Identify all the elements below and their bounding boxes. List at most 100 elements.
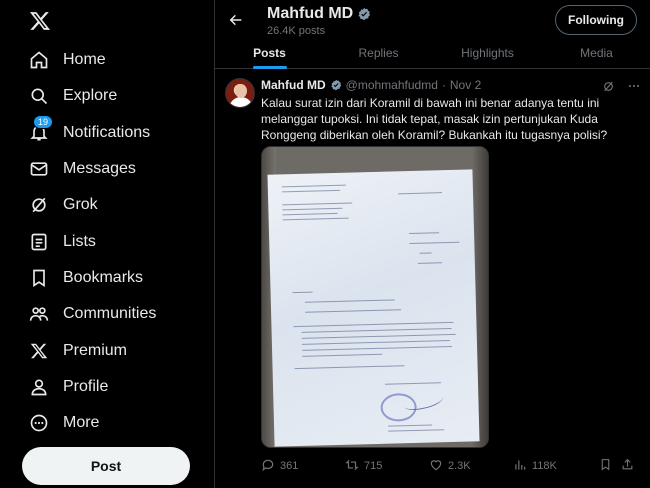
letter-line — [281, 189, 340, 193]
letter-line — [293, 321, 454, 328]
bookmark-button[interactable] — [599, 458, 621, 474]
nav-notifications[interactable]: 19 Notifications — [28, 114, 156, 151]
nav-label: Lists — [63, 232, 96, 250]
bell-icon: 19 — [28, 114, 54, 144]
heart-icon — [429, 458, 443, 475]
more-circle-icon — [28, 412, 50, 434]
bar-chart-icon — [513, 458, 527, 475]
letter-line — [292, 291, 313, 294]
people-icon — [28, 303, 50, 325]
nav-label: Profile — [63, 377, 109, 395]
repost-count: 715 — [364, 460, 383, 472]
nav-bookmarks[interactable]: Bookmarks — [28, 260, 156, 296]
bookmark-icon — [28, 267, 50, 289]
tab-highlights[interactable]: Highlights — [433, 38, 542, 68]
signature-mark — [402, 390, 445, 414]
nav-label: Grok — [63, 196, 98, 214]
profile-header: Mahfud MD 26.4K posts Following — [215, 0, 650, 38]
letter-line — [301, 327, 452, 334]
x-logo-icon — [28, 340, 50, 362]
tab-label: Replies — [358, 46, 399, 60]
tweet[interactable]: Mahfud MD @mohmahfudmd · Nov 2 Kalau sur… — [215, 70, 650, 488]
profile-name: Mahfud MD — [267, 5, 354, 22]
letter-line — [419, 252, 432, 254]
verified-badge-icon — [330, 79, 342, 91]
repost-button[interactable]: 715 — [345, 458, 429, 475]
letter-line — [398, 192, 443, 195]
main-column: Mahfud MD 26.4K posts Following Posts Re… — [214, 0, 650, 488]
avatar-face-shape — [235, 84, 247, 98]
share-button[interactable] — [621, 458, 641, 474]
following-button[interactable]: Following — [555, 5, 637, 35]
letter-line — [301, 333, 456, 340]
nav-label: Bookmarks — [63, 268, 144, 286]
nav-label: Explore — [63, 87, 118, 105]
letter-line — [409, 241, 460, 245]
letter-line — [417, 262, 442, 265]
list-icon — [28, 231, 50, 253]
like-count: 2.3K — [448, 460, 471, 472]
person-icon — [28, 376, 50, 398]
profile-tabs: Posts Replies Highlights Media — [215, 38, 650, 69]
tab-media[interactable]: Media — [542, 38, 650, 68]
nav-label: Premium — [63, 341, 128, 359]
verified-badge-icon — [357, 7, 371, 21]
nav-premium[interactable]: Premium — [28, 332, 156, 368]
letter-line — [305, 309, 402, 313]
letter-line — [281, 184, 346, 188]
tweet-actions: 361 715 2.3K 118K — [261, 458, 641, 474]
tweet-date[interactable]: Nov 2 — [450, 78, 481, 92]
letter-line — [304, 299, 395, 303]
tweet-text: Kalau surat izin dari Koramil di bawah i… — [261, 96, 608, 142]
nav-communities[interactable]: Communities — [28, 296, 156, 332]
tweet-author-name[interactable]: Mahfud MD — [261, 78, 326, 92]
reply-count: 361 — [280, 460, 299, 472]
share-icon — [621, 458, 634, 474]
avatar-body-shape — [229, 97, 253, 107]
views-button[interactable]: 118K — [513, 458, 599, 475]
repost-icon — [345, 458, 359, 475]
tab-label: Highlights — [461, 46, 514, 60]
nav-grok[interactable]: Grok — [28, 187, 156, 223]
like-button[interactable]: 2.3K — [429, 458, 513, 475]
reply-button[interactable]: 361 — [261, 458, 345, 475]
home-icon — [28, 49, 50, 71]
letter-line — [388, 424, 433, 427]
tab-replies[interactable]: Replies — [324, 38, 433, 68]
letter-line — [302, 345, 453, 352]
nav-messages[interactable]: Messages — [28, 151, 156, 187]
tweet-header: Mahfud MD @mohmahfudmd · Nov 2 — [261, 78, 481, 92]
letter-line — [282, 212, 338, 216]
grok-icon — [28, 194, 50, 216]
nav-more[interactable]: More — [28, 405, 156, 441]
nav-label: Communities — [63, 305, 157, 323]
nav-label: Messages — [63, 160, 136, 178]
avatar[interactable] — [225, 78, 255, 108]
letter-line — [282, 207, 343, 211]
tab-posts[interactable]: Posts — [215, 38, 324, 69]
search-icon — [28, 85, 50, 107]
tab-label: Media — [580, 46, 613, 60]
nav-lists[interactable]: Lists — [28, 223, 156, 259]
tweet-image-letter-photo[interactable] — [261, 146, 489, 448]
back-arrow-icon[interactable] — [225, 9, 247, 31]
primary-nav: Home Explore 19 Notifications Messages G… — [28, 42, 156, 441]
notification-badge: 19 — [33, 114, 54, 129]
nav-explore[interactable]: Explore — [28, 78, 156, 114]
letter-document-picture — [267, 169, 480, 447]
nav-home[interactable]: Home — [28, 42, 156, 78]
x-logo-icon[interactable] — [27, 8, 53, 34]
letter-line — [384, 382, 441, 385]
letter-line — [409, 232, 440, 235]
nav-label: Home — [63, 51, 106, 69]
tweet-author-handle[interactable]: @mohmahfudmd — [346, 78, 438, 92]
separator-dot: · — [441, 78, 446, 92]
post-button[interactable]: Post — [22, 447, 190, 485]
letter-line — [282, 217, 349, 221]
letter-line — [282, 202, 353, 206]
active-tab-indicator — [252, 66, 287, 69]
nav-profile[interactable]: Profile — [28, 369, 156, 405]
post-count: 26.4K posts — [267, 25, 326, 37]
nav-label: More — [63, 414, 100, 432]
reply-icon — [261, 458, 275, 475]
